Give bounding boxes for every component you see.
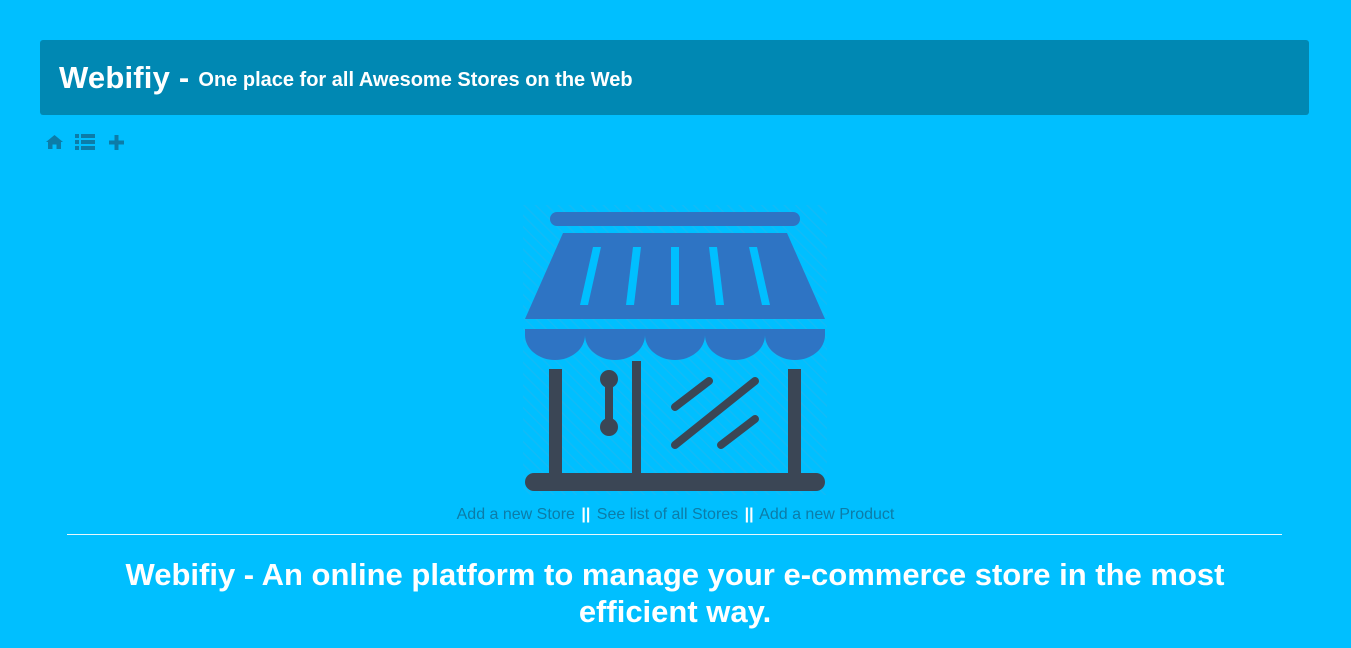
plus-icon[interactable]: [106, 132, 126, 152]
icon-toolbar: [44, 132, 137, 152]
see-stores-link[interactable]: See list of all Stores: [597, 506, 738, 523]
home-icon[interactable]: [44, 132, 64, 152]
brand-tagline: One place for all Awesome Stores on the …: [198, 69, 633, 91]
add-store-link[interactable]: Add a new Store: [457, 506, 575, 523]
link-separator: ||: [744, 506, 754, 523]
page-header: Webifiy - One place for all Awesome Stor…: [40, 40, 1309, 115]
divider: [67, 534, 1282, 535]
link-separator: ||: [581, 506, 591, 523]
brand-title: Webifiy -: [59, 59, 190, 95]
storefront-illustration: [523, 205, 827, 495]
add-product-link[interactable]: Add a new Product: [759, 506, 894, 523]
page-headline: Webifiy - An online platform to manage y…: [125, 557, 1225, 629]
list-icon[interactable]: [75, 132, 95, 152]
quick-links: Add a new Store || See list of all Store…: [0, 506, 1351, 524]
storefront-icon: [523, 205, 827, 495]
